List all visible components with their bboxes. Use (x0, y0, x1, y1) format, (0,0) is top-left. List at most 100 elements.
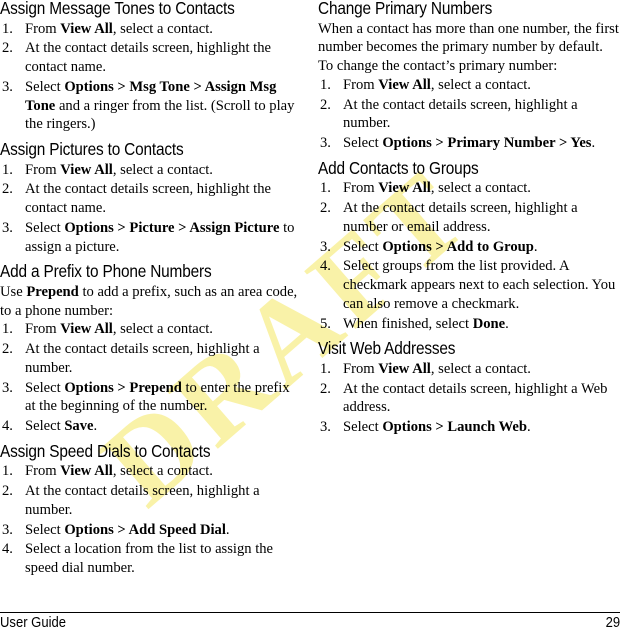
section-intro-paragraph: When a contact has more than one number,… (318, 20, 620, 76)
footer-document-title: User Guide (0, 615, 67, 631)
step-item: 3. Select Options > Picture > Assign Pict… (0, 219, 302, 257)
body-text: At the contact details screen, highlight… (25, 341, 260, 376)
step-item: 3. Select Options > Primary Number > Yes. (318, 134, 620, 153)
body-text: , select a contact. (112, 161, 213, 178)
emphasis-text: Options > Primary Number > Yes (382, 135, 592, 151)
body-text: At the contact details screen, highlight… (25, 40, 271, 75)
emphasis-text: View All (60, 321, 113, 338)
body-text: and a ringer from the list. (Scroll to p… (25, 97, 295, 133)
step-text: At the contact details screen, highlight… (343, 96, 620, 134)
body-text: , select a contact. (112, 20, 213, 37)
emphasis-text: View All (60, 161, 113, 178)
body-text: At the contact details screen, highlight… (343, 96, 578, 132)
body-text: From (25, 463, 61, 480)
body-text: Select (343, 238, 383, 255)
document-page: Assign Message Tones to Contacts 1. From V… (0, 0, 620, 637)
step-item: 2. At the contact details screen, highlig… (0, 340, 302, 378)
step-number: 2. (2, 483, 13, 499)
step-list: 1. From View All, select a contact. 2. At t… (0, 20, 302, 135)
step-number: 2. (2, 40, 13, 57)
step-number: 1. (320, 180, 331, 197)
step-item: 1. From View All, select a contact. (0, 20, 302, 39)
step-number: 5. (320, 315, 331, 332)
step-text: At the contact details screen, highlight… (25, 340, 302, 378)
body-text: Select (343, 419, 383, 435)
left-column: Assign Message Tones to Contacts 1. From V… (0, 0, 302, 579)
step-item: 1. From View All, select a contact. (318, 360, 620, 379)
step-list: 1. From View All, select a contact. 2. At t… (318, 179, 620, 333)
body-text: , select a contact. (112, 463, 213, 480)
section-heading: Assign Speed Dials to Contacts (0, 440, 211, 461)
body-text: When finished, select (343, 315, 473, 332)
step-item: 4. Select groups from the list provided. … (318, 257, 620, 313)
body-text: . (225, 521, 230, 538)
step-item: 1. From View All, select a contact. (0, 462, 302, 481)
body-text: At the contact details screen, highlight… (343, 380, 608, 416)
step-number: 1. (2, 463, 13, 480)
step-text: From View All, select a contact. (25, 161, 302, 180)
step-text: Select Options > Add Speed Dial. (25, 521, 302, 540)
section-heading: Assign Pictures to Contacts (0, 139, 184, 159)
emphasis-text: Options > Add Speed Dial (64, 521, 226, 538)
section-heading: Add Contacts to Groups (318, 157, 479, 178)
step-list: 1. From View All, select a contact. 2. At t… (0, 320, 302, 436)
step-number: 3. (320, 135, 331, 151)
step-number: 1. (320, 76, 331, 93)
step-number: 3. (320, 419, 331, 435)
step-number: 3. (2, 379, 13, 396)
step-text: Select Options > Add to Group. (343, 238, 620, 257)
body-text: From (25, 20, 61, 37)
emphasis-text: Prepend (26, 283, 79, 300)
step-text: Select Options > Launch Web. (343, 418, 620, 437)
body-text: Use (0, 283, 27, 300)
step-number: 3. (2, 78, 13, 95)
section: Add a Prefix to Phone Numbers Use Prepend… (0, 263, 302, 436)
footer-page-number: 29 (605, 615, 620, 631)
step-item: 5. When finished, select Done. (318, 315, 620, 334)
body-text: At the contact details screen, highlight… (25, 181, 271, 216)
step-number: 4. (2, 541, 13, 558)
body-text: Select (343, 135, 383, 151)
body-text: . (505, 315, 509, 332)
step-text: From View All, select a contact. (343, 179, 620, 198)
body-text: . (527, 419, 531, 435)
section: Add Contacts to Groups 1. From View All, s… (318, 157, 620, 334)
step-item: 2. At the contact details screen, highlig… (0, 482, 302, 520)
step-item: 1. From View All, select a contact. (318, 76, 620, 95)
step-item: 2. At the contact details screen, highlig… (0, 180, 302, 218)
body-text: , select a contact. (112, 321, 213, 338)
step-text: Select Save. (25, 417, 302, 436)
two-column-body: Assign Message Tones to Contacts 1. From V… (0, 0, 620, 600)
body-text: From (25, 161, 61, 178)
body-text: , select a contact. (430, 76, 531, 93)
step-number: 2. (320, 200, 331, 216)
section-heading: Add a Prefix to Phone Numbers (0, 261, 212, 282)
section-heading: Assign Message Tones to Contacts (0, 0, 235, 18)
step-list: 1. From View All, select a contact. 2. At t… (318, 76, 620, 153)
emphasis-text: View All (378, 76, 431, 93)
step-item: 3. Select Options > Prepend to enter the … (0, 379, 302, 417)
step-number: 1. (2, 321, 13, 338)
step-item: 3. Select Options > Msg Tone > Assign Msg… (0, 78, 302, 134)
emphasis-text: Options > Prepend (64, 379, 182, 396)
body-text: From (343, 180, 379, 197)
step-text: Select Options > Msg Tone > Assign Msg T… (25, 78, 302, 134)
step-text: At the contact details screen, highlight… (343, 199, 620, 237)
step-number: 1. (320, 360, 331, 377)
step-number: 2. (320, 380, 331, 397)
step-item: 1. From View All, select a contact. (0, 320, 302, 339)
section-heading: Change Primary Numbers (318, 0, 493, 18)
step-item: 1. From View All, select a contact. (0, 161, 302, 180)
step-number: 3. (2, 521, 13, 538)
emphasis-text: Options > Add to Group (382, 238, 534, 255)
body-text: Select a location from the list to assig… (25, 541, 274, 576)
body-text: Select (25, 379, 65, 396)
step-text: Select groups from the list provided. A … (343, 257, 620, 313)
step-text: From View All, select a contact. (25, 462, 302, 481)
step-text: At the contact details screen, highlight… (343, 380, 620, 418)
step-text: Select a location from the list to assig… (25, 540, 302, 578)
section: Assign Speed Dials to Contacts 1. From Vie… (0, 440, 302, 578)
step-text: Select Options > Prepend to enter the pr… (25, 379, 302, 417)
step-text: From View All, select a contact. (25, 320, 302, 339)
body-text: Select (25, 521, 65, 538)
